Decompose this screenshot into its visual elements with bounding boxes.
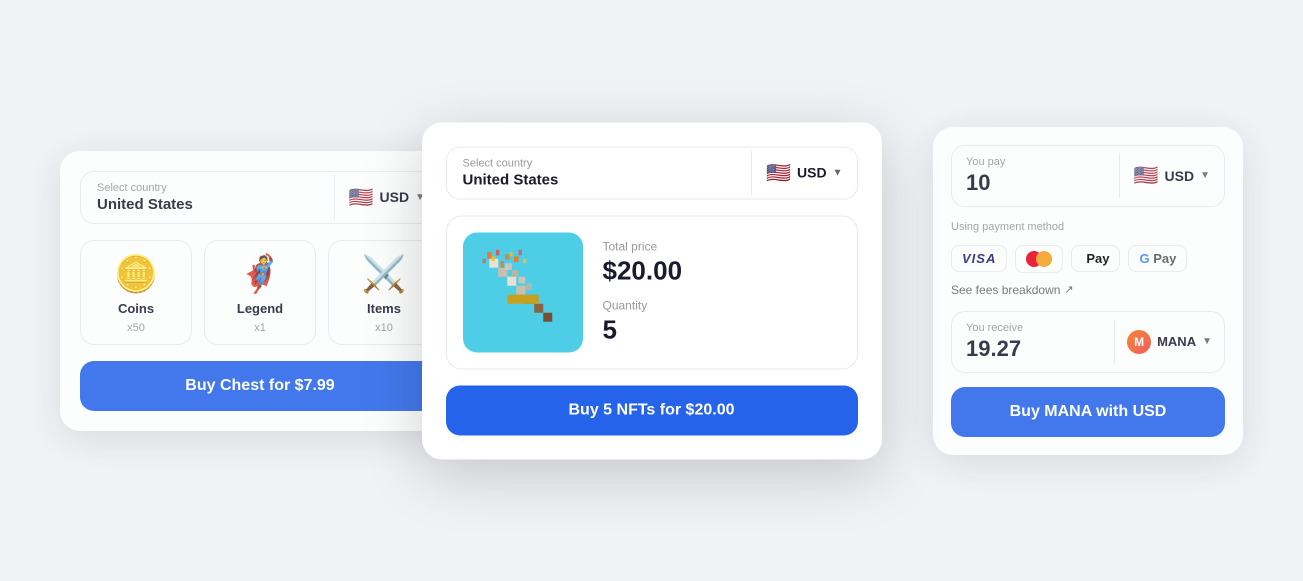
country-label-center: Select country [463,157,736,169]
legend-label: Legend [237,301,283,316]
mana-code: MANA [1157,334,1196,349]
country-block-center: Select country United States [447,147,752,198]
currency-code-left: USD [380,189,410,205]
sword-svg [478,247,568,337]
country-label-left: Select country [97,182,318,194]
country-name-left: United States [97,196,318,213]
you-pay-label: You pay [966,156,1105,168]
applepay-text: Pay [1086,251,1109,266]
g-blue: G [1139,251,1149,266]
chevron-right-pay: ▼ [1200,170,1210,181]
fees-link[interactable]: See fees breakdown ↗ [951,283,1225,297]
payment-methods-row: Using payment method VISA Pay G Pay [951,221,1225,273]
pay-currency-selector[interactable]: 🇺🇸 USD ▼ [1119,153,1224,198]
quantity-value: 5 [603,314,841,345]
you-receive-block: You receive 19.27 [952,312,1114,372]
country-name-center: United States [463,171,736,188]
country-row-left[interactable]: Select country United States 🇺🇸 USD ▼ [80,171,440,224]
you-receive-label: You receive [966,322,1100,334]
nft-thumbnail [463,232,583,352]
flag-right: 🇺🇸 [1134,163,1159,188]
center-card: Select country United States 🇺🇸 USD ▼ [422,122,882,459]
right-card: You pay 10 🇺🇸 USD ▼ Using payment method… [933,127,1243,455]
mastercard-badge[interactable] [1015,245,1063,273]
chevron-center: ▼ [833,167,843,178]
coins-count: x50 [127,322,145,334]
chevron-mana: ▼ [1202,336,1212,347]
nft-info: Total price $20.00 Quantity 5 [603,239,841,345]
country-row-center[interactable]: Select country United States 🇺🇸 USD ▼ [446,146,858,199]
mc-circles [1026,251,1052,267]
receive-section: You receive 19.27 M MANA ▼ [951,311,1225,373]
googlepay-badge[interactable]: G Pay [1128,245,1187,272]
quantity-label: Quantity [603,298,841,312]
nft-product-row: Total price $20.00 Quantity 5 [446,215,858,369]
you-receive-value: 19.27 [966,336,1100,362]
total-price-label: Total price [603,239,841,253]
visa-badge[interactable]: VISA [951,245,1007,272]
mana-selector[interactable]: M MANA ▼ [1114,320,1224,364]
legend-count: x1 [254,322,266,334]
pay-section: You pay 10 🇺🇸 USD ▼ [951,145,1225,207]
items-count: x10 [375,322,393,334]
coins-icon: 🪙 [114,253,159,295]
item-coins[interactable]: 🪙 Coins x50 [80,240,192,345]
g-letter: G Pay [1139,251,1176,266]
fees-link-text: See fees breakdown [951,283,1060,297]
total-price-value: $20.00 [603,255,841,286]
items-icon: ⚔️ [362,253,407,295]
pay-currency-code: USD [1165,168,1195,184]
country-block-left: Select country United States [81,172,334,223]
buy-nfts-button[interactable]: Buy 5 NFTs for $20.00 [446,385,858,435]
coins-label: Coins [118,301,154,316]
currency-code-center: USD [797,165,827,181]
you-pay-value: 10 [966,170,1105,196]
flag-left: 🇺🇸 [349,185,374,210]
item-legend[interactable]: 🦸 Legend x1 [204,240,316,345]
buy-mana-button[interactable]: Buy MANA with USD [951,387,1225,437]
visa-text: VISA [962,251,996,266]
payment-method-label: Using payment method [951,221,1225,233]
legend-icon: 🦸 [238,253,283,295]
g-rest: Pay [1150,251,1177,266]
items-grid: 🪙 Coins x50 🦸 Legend x1 ⚔️ Items x10 [80,240,440,345]
currency-selector-center[interactable]: 🇺🇸 USD ▼ [751,150,856,195]
flag-center: 🇺🇸 [766,160,791,185]
mana-icon: M [1127,330,1151,354]
external-link-icon: ↗ [1064,283,1073,296]
items-label: Items [367,301,401,316]
scene: Select country United States 🇺🇸 USD ▼ 🪙 … [0,0,1303,581]
you-pay-block: You pay 10 [952,146,1119,206]
mc-orange-circle [1036,251,1052,267]
buy-chest-button[interactable]: Buy Chest for $7.99 [80,361,440,411]
left-card: Select country United States 🇺🇸 USD ▼ 🪙 … [60,151,460,431]
applepay-badge[interactable]: Pay [1071,245,1120,272]
